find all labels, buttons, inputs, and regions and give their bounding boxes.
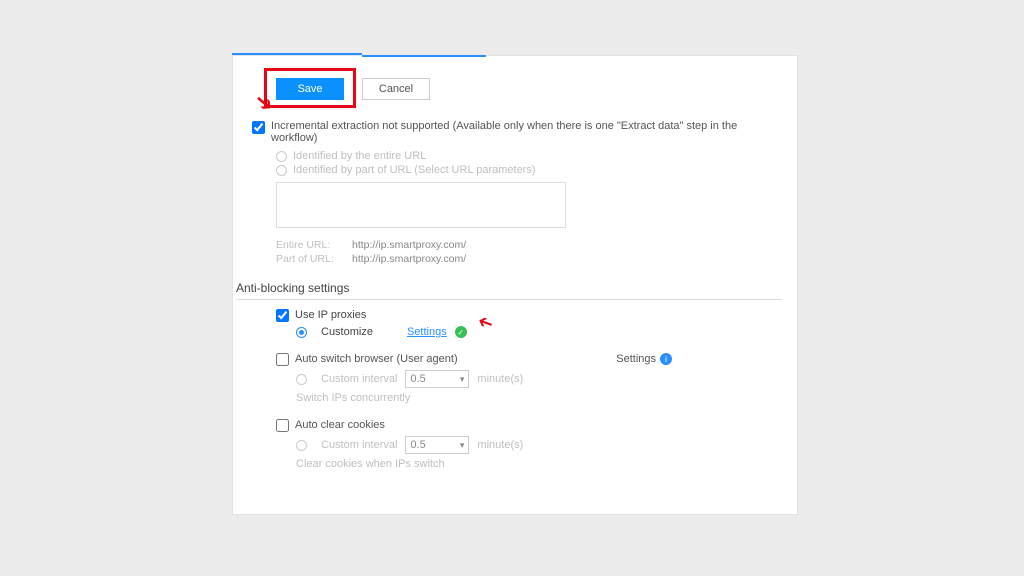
option-entire-url-label: Identified by the entire URL	[293, 150, 426, 162]
radio-part-url	[276, 165, 287, 176]
incremental-suboptions: Identified by the entire URL Identified …	[276, 150, 782, 237]
clear-interval-select: 0.5 ▾	[405, 436, 469, 454]
settings-content: Incremental extraction not supported (Av…	[252, 120, 782, 484]
use-ip-block: Use IP proxies Customize Settings ✓	[276, 308, 782, 338]
customize-label: Customize	[321, 326, 373, 338]
part-url-value: http://ip.smartproxy.com/	[352, 253, 466, 265]
active-tab-underline	[362, 55, 486, 57]
incremental-row: Incremental extraction not supported (Av…	[252, 120, 782, 144]
custom-interval-radio	[296, 374, 307, 385]
proxy-settings-link[interactable]: Settings	[407, 326, 447, 338]
minutes-label: minute(s)	[477, 373, 523, 385]
browser-settings-label: Settings	[616, 353, 656, 365]
status-ok-icon: ✓	[455, 326, 467, 338]
auto-clear-checkbox[interactable]	[276, 419, 289, 432]
use-ip-checkbox[interactable]	[276, 309, 289, 322]
auto-clear-block: Auto clear cookies Custom interval 0.5 ▾…	[276, 418, 782, 470]
top-accent	[232, 53, 362, 55]
clear-minutes-label: minute(s)	[477, 439, 523, 451]
use-ip-label: Use IP proxies	[295, 309, 366, 321]
clear-interval-value: 0.5	[410, 439, 425, 451]
part-url-label: Part of URL:	[276, 253, 340, 265]
auto-switch-label: Auto switch browser (User agent)	[295, 353, 458, 365]
auto-clear-label: Auto clear cookies	[295, 419, 385, 431]
info-icon: i	[660, 353, 672, 365]
interval-select: 0.5 ▾	[405, 370, 469, 388]
anti-blocking-heading: Anti-blocking settings	[236, 277, 782, 300]
entire-url-row: Entire URL: http://ip.smartproxy.com/	[276, 239, 782, 251]
interval-value: 0.5	[410, 373, 425, 385]
clear-interval-label: Custom interval	[321, 439, 397, 451]
incremental-checkbox[interactable]	[252, 121, 265, 134]
option-part-url-label: Identified by part of URL (Select URL pa…	[293, 164, 536, 176]
save-button[interactable]: Save	[276, 78, 344, 100]
entire-url-value: http://ip.smartproxy.com/	[352, 239, 466, 251]
clear-on-switch-label: Clear cookies when IPs switch	[296, 458, 782, 470]
chevron-down-icon: ▾	[460, 440, 465, 451]
custom-interval-label: Custom interval	[321, 373, 397, 385]
cancel-button[interactable]: Cancel	[362, 78, 430, 100]
part-url-row: Part of URL: http://ip.smartproxy.com/	[276, 253, 782, 265]
auto-switch-block: Auto switch browser (User agent) Setting…	[276, 352, 782, 404]
entire-url-label: Entire URL:	[276, 239, 340, 251]
url-parameters-textarea	[276, 182, 566, 228]
switch-ips-label: Switch IPs concurrently	[296, 392, 782, 404]
button-row: Save Cancel	[276, 78, 430, 100]
radio-entire-url	[276, 151, 287, 162]
clear-interval-radio	[296, 440, 307, 451]
auto-switch-checkbox[interactable]	[276, 353, 289, 366]
chevron-down-icon: ▾	[460, 374, 465, 385]
customize-radio[interactable]	[296, 327, 307, 338]
incremental-label: Incremental extraction not supported (Av…	[271, 120, 782, 144]
